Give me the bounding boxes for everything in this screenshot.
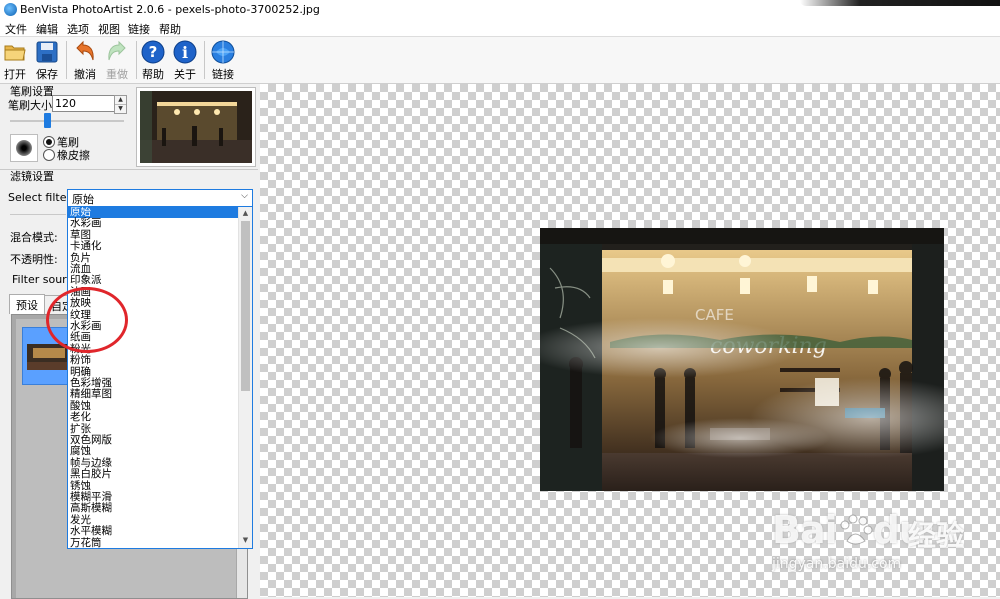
link-label: 链接 xyxy=(212,68,234,81)
blend-mode-label: 混合模式: xyxy=(10,231,58,244)
filter-select[interactable]: 原始 ⌵ xyxy=(67,189,253,207)
filter-option[interactable]: 酸蚀 xyxy=(68,400,240,412)
menu-options[interactable]: 选项 xyxy=(67,21,89,37)
menu-help[interactable]: 帮助 xyxy=(159,21,181,37)
menu-bar: 文件 编辑 选项 视图 链接 帮助 xyxy=(0,20,1000,37)
menu-view[interactable]: 视图 xyxy=(98,21,120,37)
filter-option[interactable]: 水彩画 xyxy=(68,217,240,229)
watermark-cn: 经验 xyxy=(908,519,965,552)
toolbar: 打开 保存 撤消 重做 ? 帮助 i 关于 链接 xyxy=(0,37,1000,84)
brush-radio[interactable] xyxy=(43,136,55,148)
opacity-label: 不透明性: xyxy=(10,253,58,266)
stepper-down-icon[interactable]: ▼ xyxy=(115,105,126,113)
stepper-up-icon[interactable]: ▲ xyxy=(115,96,126,105)
divider xyxy=(10,214,66,215)
filter-option[interactable]: 水平模糊 xyxy=(68,525,240,537)
filter-select-value: 原始 xyxy=(72,193,94,206)
filter-settings-title: 滤镜设置 xyxy=(10,170,54,183)
menu-link[interactable]: 链接 xyxy=(128,21,150,37)
photo-image[interactable]: CAFE coworking xyxy=(540,228,944,491)
brush-size-label: 笔刷大小: xyxy=(8,99,56,112)
save-button[interactable]: 保存 xyxy=(32,37,62,83)
question-mark-icon: ? xyxy=(141,40,165,64)
brush-dot-icon xyxy=(16,140,32,156)
filter-option[interactable]: 黑白胶片 xyxy=(68,468,240,480)
redo-arrow-icon xyxy=(108,40,126,61)
filter-option[interactable]: 高斯模糊 xyxy=(68,502,240,514)
menu-file[interactable]: 文件 xyxy=(5,21,27,37)
filter-dropdown-list: 原始 水彩画 草图 卡通化 负片 流血 印象派 油画 放映 纹理 水彩画 纸画 … xyxy=(67,206,253,549)
svg-text:i: i xyxy=(182,43,188,62)
watermark-brand: Bai du xyxy=(772,508,926,552)
window-title: BenVista PhotoArtist 2.0.6 - pexels-phot… xyxy=(20,3,320,16)
info-icon: i xyxy=(173,40,197,64)
svg-text:?: ? xyxy=(149,43,158,61)
app-icon xyxy=(4,3,17,16)
tab-preset[interactable]: 预设 xyxy=(9,294,45,314)
brush-size-slider[interactable] xyxy=(10,120,124,122)
filter-option[interactable]: 粉饰 xyxy=(68,354,240,366)
undo-label: 撤消 xyxy=(74,68,96,81)
link-button[interactable]: 链接 xyxy=(208,37,238,83)
help-button[interactable]: ? 帮助 xyxy=(138,37,168,83)
redo-button[interactable]: 重做 xyxy=(102,37,132,83)
dropdown-scrollbar-thumb[interactable] xyxy=(241,221,250,391)
annotation-circle xyxy=(46,287,128,353)
globe-icon xyxy=(211,40,235,64)
baidu-watermark: Bai du 经验 jingyan.baidu.com xyxy=(766,492,996,592)
toolbar-separator xyxy=(204,41,205,79)
watermark-brand-head: Bai xyxy=(772,508,838,552)
window-controls-shadow xyxy=(800,0,1000,6)
redo-label: 重做 xyxy=(106,68,128,81)
filter-option[interactable]: 万花筒 xyxy=(68,537,240,548)
scroll-up-icon[interactable]: ▲ xyxy=(241,209,250,219)
help-label: 帮助 xyxy=(142,68,164,81)
filter-option[interactable]: 负片 xyxy=(68,252,240,264)
brush-size-stepper[interactable]: ▲ ▼ xyxy=(114,95,127,114)
toolbar-separator xyxy=(136,41,137,79)
filter-option[interactable]: 精细草图 xyxy=(68,388,240,400)
undo-button[interactable]: 撤消 xyxy=(70,37,100,83)
open-button[interactable]: 打开 xyxy=(0,37,30,83)
floppy-disk-icon xyxy=(36,41,58,63)
about-button[interactable]: i 关于 xyxy=(170,37,200,83)
paw-icon xyxy=(840,514,873,545)
eraser-radio-label: 橡皮擦 xyxy=(57,149,90,162)
brush-preview xyxy=(10,134,38,162)
open-label: 打开 xyxy=(4,68,26,81)
title-bar: BenVista PhotoArtist 2.0.6 - pexels-phot… xyxy=(0,0,1000,20)
save-label: 保存 xyxy=(36,68,58,81)
cafe-photo: CAFE coworking xyxy=(540,228,944,491)
filter-option[interactable]: 卡通化 xyxy=(68,240,240,252)
filter-option[interactable]: 双色网版 xyxy=(68,434,240,446)
brush-size-slider-thumb[interactable] xyxy=(44,113,51,128)
watermark-url: jingyan.baidu.com xyxy=(772,556,902,572)
about-label: 关于 xyxy=(174,68,196,81)
filter-option[interactable]: 老化 xyxy=(68,411,240,423)
menu-edit[interactable]: 编辑 xyxy=(36,21,58,37)
thumbnail-image xyxy=(140,91,252,163)
chevron-down-icon[interactable]: ⌵ xyxy=(241,191,248,201)
filter-option[interactable]: 印象派 xyxy=(68,274,240,286)
navigator-thumbnail[interactable] xyxy=(136,87,256,167)
tab-preset-label: 预设 xyxy=(16,299,38,312)
toolbar-separator xyxy=(66,41,67,79)
folder-icon xyxy=(4,45,26,61)
select-filter-label: Select filter: xyxy=(8,191,75,204)
brush-size-input[interactable] xyxy=(52,95,116,112)
undo-arrow-icon xyxy=(76,40,94,61)
dropdown-scrollbar[interactable]: ▲ ▼ xyxy=(238,207,252,548)
scroll-down-icon[interactable]: ▼ xyxy=(241,536,250,546)
eraser-radio[interactable] xyxy=(43,149,55,161)
